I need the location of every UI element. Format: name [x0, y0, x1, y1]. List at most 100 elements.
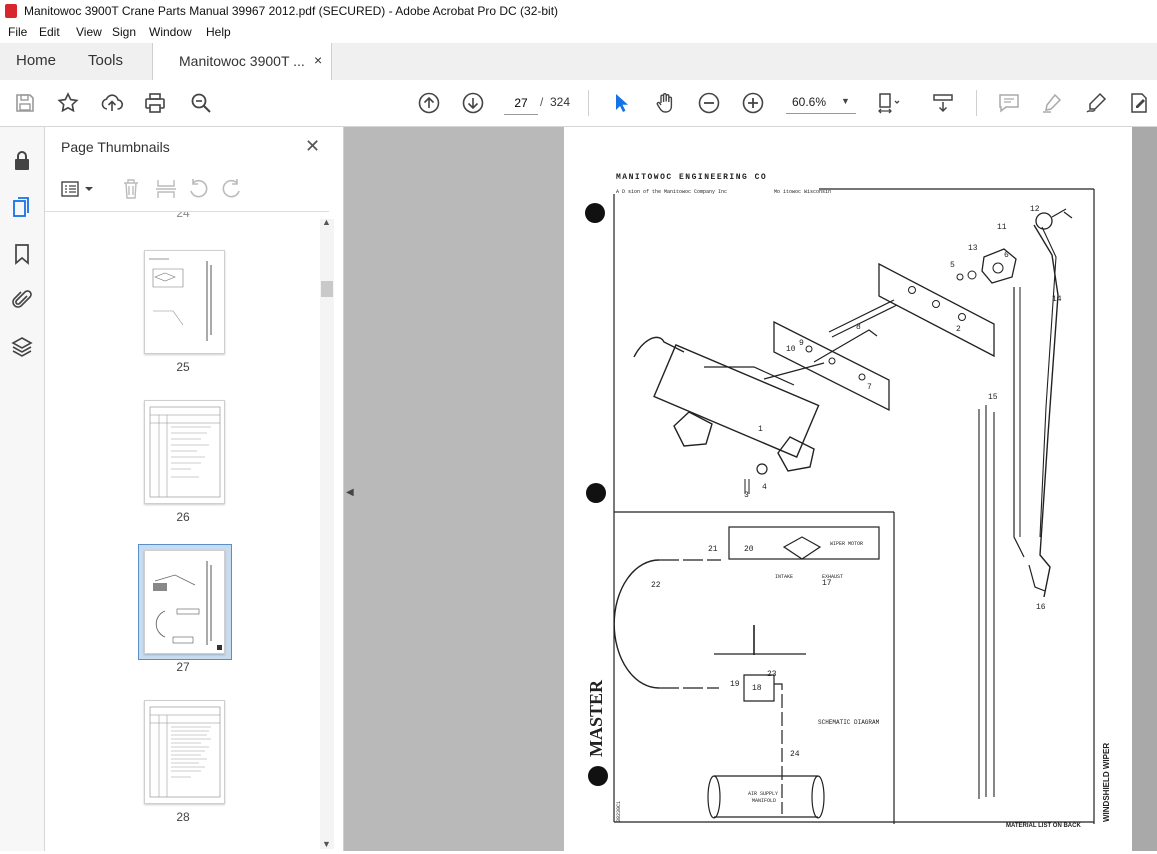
page-subheader-left: A D sion of the Manitowoc Company Inc	[616, 189, 727, 195]
collapse-panel-icon[interactable]: ◀	[346, 487, 354, 498]
material-list-note: MATERIAL LIST ON BACK	[1006, 823, 1081, 829]
page-separator: /	[540, 95, 544, 109]
menu-edit[interactable]: Edit	[39, 25, 60, 39]
callout: 20	[744, 545, 754, 554]
thumbnail-page[interactable]	[144, 250, 225, 354]
thumbnail-label: 27	[176, 660, 190, 674]
acrobat-app-icon	[5, 4, 17, 18]
panel-close-button[interactable]: ✕	[305, 136, 320, 157]
delete-icon[interactable]	[121, 178, 141, 200]
air-supply-label: AIR SUPPLY	[748, 791, 778, 797]
callout: 14	[1052, 295, 1062, 304]
scroll-up-icon[interactable]: ▲	[322, 217, 331, 227]
callout: 13	[968, 244, 978, 253]
page-thumbnails-icon[interactable]	[10, 195, 34, 219]
tab-bar: Home Tools Manitowoc 3900T ... ×	[0, 43, 1157, 81]
highlight-icon[interactable]	[1040, 91, 1064, 115]
title-bar: Manitowoc 3900T Crane Parts Manual 39967…	[0, 0, 1157, 23]
page-header: MANITOWOC ENGINEERING CO	[616, 173, 767, 182]
menu-sign[interactable]: Sign	[112, 25, 136, 39]
toolbar: / 324 60.6% ▼	[0, 80, 1157, 127]
menu-view[interactable]: View	[76, 25, 102, 39]
panel-title: Page Thumbnails	[61, 139, 170, 155]
callout: 18	[752, 684, 762, 693]
tab-tools[interactable]: Tools	[88, 52, 123, 69]
scroll-down-icon[interactable]: ▼	[322, 839, 331, 849]
menu-help[interactable]: Help	[206, 25, 231, 39]
wiper-motor-label: WIPER MOTOR	[830, 541, 863, 547]
scroll-mode-icon[interactable]	[931, 91, 955, 115]
callout: 2	[956, 325, 961, 334]
upload-icon[interactable]	[100, 91, 124, 115]
scrollbar-thumb[interactable]	[321, 281, 333, 297]
zoom-dropdown[interactable]: 60.6% ▼	[786, 92, 856, 114]
comment-icon[interactable]	[997, 91, 1021, 115]
thumbnail-toolbar	[45, 167, 329, 212]
left-rail	[0, 127, 45, 851]
document-viewer[interactable]: ◀ 1 2 3 4 5 6 7 8 9 10 11 12 13 14 15 16…	[344, 127, 1157, 851]
parts-drawing: 1 2 3 4 5 6 7 8 9 10 11 12 13 14 15 16 1…	[585, 173, 1111, 829]
edit-pdf-icon[interactable]	[1127, 91, 1151, 115]
print-icon[interactable]	[143, 91, 167, 115]
extract-pages-icon[interactable]	[155, 178, 177, 200]
document-scroll-gutter	[1132, 127, 1157, 851]
hand-icon[interactable]	[653, 91, 677, 115]
zoom-in-icon[interactable]	[741, 91, 765, 115]
menu-file[interactable]: File	[8, 25, 27, 39]
thumbnail-page-current[interactable]	[144, 550, 225, 654]
callout: 16	[1036, 603, 1046, 612]
rotate-left-icon[interactable]	[187, 178, 209, 200]
callout: 7	[867, 383, 872, 392]
chevron-down-icon: ▼	[841, 96, 850, 106]
zoom-value: 60.6%	[792, 95, 827, 109]
intake-label: INTAKE	[775, 574, 793, 580]
menu-window[interactable]: Window	[149, 25, 192, 39]
schematic-label: SCHEMATIC DIAGRAM	[818, 719, 880, 726]
page-subheader-right: Mo itowoc Wisconsin	[774, 189, 831, 195]
callout: 6	[1004, 251, 1009, 260]
callout: 1	[758, 425, 763, 434]
attachment-icon[interactable]	[10, 288, 34, 312]
callout: 9	[799, 339, 804, 348]
menu-bar: File Edit View Sign Window Help	[0, 22, 1157, 43]
thumbnail-scrollbar[interactable]: ▲ ▼	[320, 217, 334, 849]
rotate-right-icon[interactable]	[221, 178, 243, 200]
callout: 24	[790, 750, 800, 759]
callout: 22	[651, 581, 661, 590]
thumbnail-page[interactable]	[144, 400, 225, 504]
bookmark-icon[interactable]	[10, 242, 34, 266]
thumbnail-page[interactable]	[144, 700, 225, 804]
callout: 8	[856, 323, 861, 332]
bookmark-star-icon[interactable]	[56, 91, 80, 115]
page-down-icon[interactable]	[461, 91, 485, 115]
select-cursor-icon[interactable]	[609, 91, 633, 115]
tab-close-button[interactable]: ×	[314, 52, 322, 68]
callout: 10	[786, 345, 796, 354]
toolbar-divider	[588, 90, 589, 116]
page-thumbnails-panel: Page Thumbnails ✕ 24 25 26 27 28 ▲ ▼	[45, 127, 344, 851]
manifold-label: MANIFOLD	[752, 798, 776, 804]
zoom-out-icon[interactable]	[697, 91, 721, 115]
tab-home[interactable]: Home	[16, 52, 56, 69]
callout: 21	[708, 545, 718, 554]
callout: 11	[997, 223, 1007, 232]
sign-icon[interactable]	[1084, 91, 1108, 115]
page-number-input[interactable]	[504, 92, 538, 115]
callout: 23	[767, 670, 777, 679]
doc-number: 38230C1	[616, 801, 622, 822]
page-up-icon[interactable]	[417, 91, 441, 115]
layers-icon[interactable]	[10, 335, 34, 359]
callout: 5	[950, 261, 955, 270]
save-icon[interactable]	[13, 91, 37, 115]
master-stamp: MASTER	[586, 679, 606, 757]
lock-icon[interactable]	[10, 149, 34, 173]
exhaust-label: EXHAUST	[822, 574, 843, 580]
callout: 4	[762, 483, 767, 492]
options-menu-icon[interactable]	[61, 179, 95, 199]
tab-document[interactable]: Manitowoc 3900T ... ×	[152, 43, 332, 80]
page-fit-icon[interactable]	[876, 91, 900, 115]
zoom-search-icon[interactable]	[189, 91, 213, 115]
side-title: WINDSHIELD WIPER	[1102, 743, 1111, 822]
callout: 12	[1030, 205, 1040, 214]
thumbnail-label: 25	[176, 360, 190, 374]
